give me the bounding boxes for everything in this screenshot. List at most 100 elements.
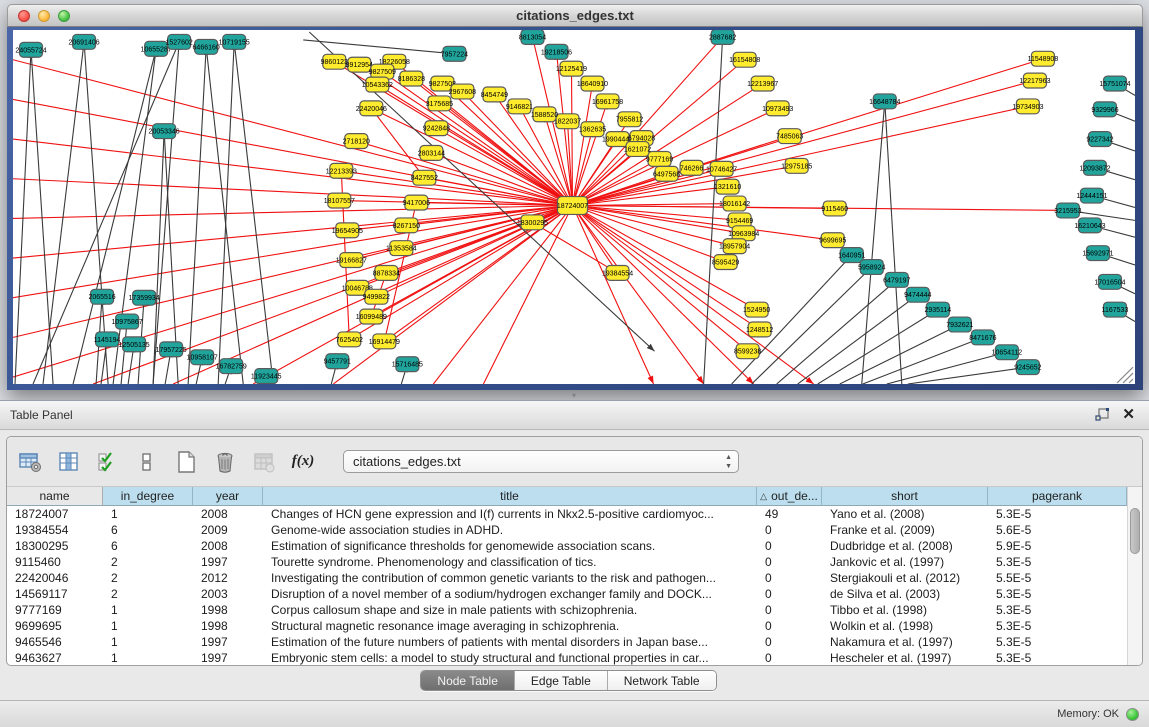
table-cell[interactable]: 0 bbox=[757, 634, 822, 650]
table-cell[interactable]: 1997 bbox=[193, 554, 263, 570]
graph-node[interactable]: 16961758 bbox=[592, 94, 623, 109]
column-header-pagerank[interactable]: pagerank bbox=[988, 487, 1127, 506]
column-header-name[interactable]: name bbox=[7, 487, 103, 506]
graph-node[interactable]: 8471676 bbox=[969, 330, 996, 345]
graph-node[interactable]: 9227342 bbox=[1086, 132, 1113, 147]
new-document-icon[interactable] bbox=[173, 449, 199, 475]
graph-edge[interactable] bbox=[13, 179, 572, 206]
graph-node[interactable]: 17016504 bbox=[1094, 274, 1125, 289]
graph-node[interactable]: 10973493 bbox=[762, 101, 793, 116]
graph-node[interactable]: 18640910 bbox=[577, 76, 608, 91]
graph-node[interactable]: 7932621 bbox=[946, 317, 973, 332]
graph-node[interactable]: 15692971 bbox=[1082, 246, 1113, 261]
graph-node[interactable]: 18957904 bbox=[719, 239, 750, 254]
table-cell[interactable]: 9699695 bbox=[7, 618, 103, 634]
minimize-window-button[interactable] bbox=[38, 10, 50, 22]
table-cell[interactable]: Changes of HCN gene expression and I(f) … bbox=[263, 506, 757, 522]
table-cell[interactable]: de Silva et al. (2003) bbox=[822, 586, 988, 602]
graph-node[interactable]: 1524950 bbox=[743, 302, 770, 317]
graph-edge[interactable] bbox=[572, 187, 727, 206]
table-cell[interactable]: 5.3E-5 bbox=[988, 634, 1127, 650]
graph-node[interactable]: 2935114 bbox=[924, 302, 951, 317]
select-rows-checks-icon[interactable] bbox=[95, 449, 121, 475]
graph-node[interactable]: 18016142 bbox=[719, 196, 750, 211]
graph-node[interactable]: 6466160 bbox=[193, 39, 220, 54]
table-cell[interactable]: 6 bbox=[103, 522, 193, 538]
window-titlebar[interactable]: citations_edges.txt bbox=[7, 4, 1143, 27]
table-scrollbar[interactable] bbox=[1127, 487, 1142, 665]
graph-node[interactable]: 12505135 bbox=[119, 337, 150, 352]
graph-node[interactable]: 10746427 bbox=[706, 161, 737, 176]
graph-node[interactable]: 19218506 bbox=[541, 44, 572, 59]
tab-node-table[interactable]: Node Table bbox=[421, 671, 515, 690]
graph-node[interactable]: 8454749 bbox=[481, 87, 508, 102]
table-row[interactable]: 946362711997Embryonic stem cells: a mode… bbox=[7, 650, 1142, 666]
graph-node[interactable]: 19166827 bbox=[336, 253, 367, 268]
graph-node[interactable]: 9699695 bbox=[819, 233, 846, 248]
table-cell[interactable]: 18300295 bbox=[7, 538, 103, 554]
table-cell[interactable]: 6 bbox=[103, 538, 193, 554]
graph-edge[interactable] bbox=[371, 108, 424, 177]
graph-edge[interactable] bbox=[13, 206, 572, 219]
table-cell[interactable]: 0 bbox=[757, 522, 822, 538]
table-cell[interactable]: 2012 bbox=[193, 570, 263, 586]
graph-node[interactable]: 10719155 bbox=[219, 34, 250, 49]
table-cell[interactable]: 0 bbox=[757, 602, 822, 618]
table-cell[interactable]: 1998 bbox=[193, 602, 263, 618]
graph-edge[interactable] bbox=[818, 310, 938, 384]
graph-node[interactable]: 1321610 bbox=[714, 179, 741, 194]
graph-edge[interactable] bbox=[13, 60, 572, 206]
graph-node[interactable]: 6479197 bbox=[883, 272, 910, 287]
graph-edge[interactable] bbox=[13, 99, 572, 205]
graph-node[interactable]: 17957225 bbox=[156, 342, 187, 357]
table-cell[interactable]: Nakamura et al. (1997) bbox=[822, 634, 988, 650]
graph-edge[interactable] bbox=[121, 322, 127, 384]
table-cell[interactable]: 0 bbox=[757, 570, 822, 586]
graph-node[interactable]: 19734903 bbox=[1012, 99, 1043, 114]
graph-node[interactable]: 19654905 bbox=[332, 223, 363, 238]
table-cell[interactable]: Tibbo et al. (1998) bbox=[822, 602, 988, 618]
graph-edge[interactable] bbox=[442, 84, 572, 206]
graph-edge[interactable] bbox=[862, 101, 885, 384]
graph-node[interactable]: 11548908 bbox=[1028, 51, 1059, 66]
table-cell[interactable]: 1 bbox=[103, 618, 193, 634]
graph-edge[interactable] bbox=[13, 139, 572, 205]
show-column-icon[interactable] bbox=[56, 449, 82, 475]
table-cell[interactable]: Jankovic et al. (1997) bbox=[822, 554, 988, 570]
table-cell[interactable]: Dudbridge et al. (2008) bbox=[822, 538, 988, 554]
graph-node[interactable]: 15751074 bbox=[1099, 76, 1130, 91]
table-cell[interactable]: Stergiakouli et al. (2012) bbox=[822, 570, 988, 586]
function-builder-icon[interactable]: f(x) bbox=[290, 449, 316, 475]
table-cell[interactable]: 5.3E-5 bbox=[988, 618, 1127, 634]
graph-node[interactable]: 2718120 bbox=[343, 134, 370, 149]
table-cell[interactable]: 22420046 bbox=[7, 570, 103, 586]
column-header-short[interactable]: short bbox=[822, 487, 988, 506]
table-cell[interactable]: Investigating the contribution of common… bbox=[263, 570, 757, 586]
table-row[interactable]: 1456911722003Disruption of a novel membe… bbox=[7, 586, 1142, 602]
graph-node[interactable]: 7957224 bbox=[441, 46, 468, 61]
graph-node[interactable]: 16099489 bbox=[356, 309, 387, 324]
graph-node[interactable]: 9146821 bbox=[506, 99, 533, 114]
table-cell[interactable]: 0 bbox=[757, 554, 822, 570]
graph-node[interactable]: 16210643 bbox=[1074, 218, 1105, 233]
table-select-dropdown[interactable]: citations_edges.txt ▲▼ bbox=[343, 450, 739, 473]
table-cell[interactable]: 1997 bbox=[193, 634, 263, 650]
trash-icon[interactable] bbox=[212, 449, 238, 475]
table-cell[interactable]: 2003 bbox=[193, 586, 263, 602]
table-cell[interactable]: 2008 bbox=[193, 538, 263, 554]
graph-edge[interactable] bbox=[572, 206, 703, 384]
graph-node[interactable]: 11353584 bbox=[386, 241, 417, 256]
close-window-button[interactable] bbox=[18, 10, 30, 22]
graph-node[interactable]: 10975867 bbox=[112, 314, 143, 329]
graph-node[interactable]: 1588520 bbox=[531, 107, 558, 122]
close-panel-icon[interactable]: ✕ bbox=[1122, 408, 1135, 422]
graph-node[interactable]: 9245652 bbox=[1014, 360, 1041, 375]
graph-node[interactable]: 12217963 bbox=[1019, 73, 1050, 88]
graph-node[interactable]: 8878334 bbox=[373, 266, 400, 281]
graph-edge[interactable] bbox=[43, 42, 84, 384]
graph-edge[interactable] bbox=[885, 101, 902, 384]
table-cell[interactable]: 2008 bbox=[193, 506, 263, 522]
graph-node[interactable]: 18107557 bbox=[324, 193, 355, 208]
graph-edge[interactable] bbox=[572, 206, 739, 221]
panel-splitter-handle[interactable]: ▾ bbox=[567, 392, 581, 399]
